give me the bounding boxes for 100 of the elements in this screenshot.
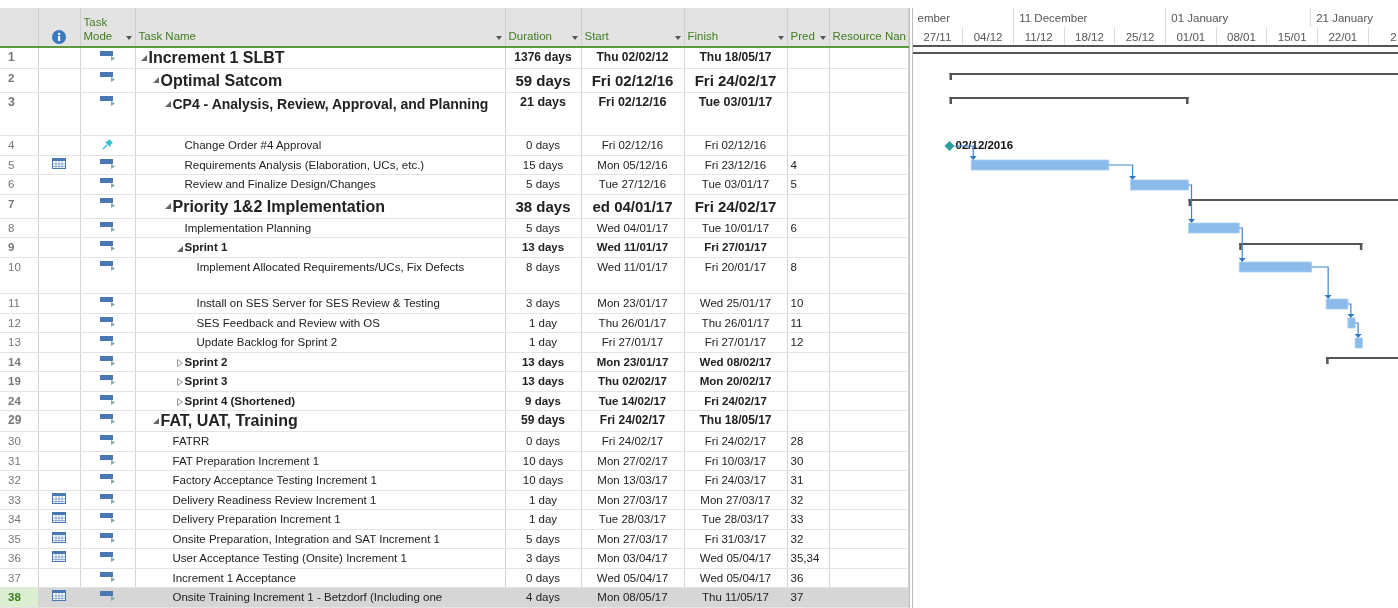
task-duration: 59 days [505,410,581,432]
task-row[interactable]: 14 Sprint 2 13 days Mon 23/01/17 Wed 08/02/17 [0,352,908,372]
task-start: Wed 04/01/17 [581,218,684,238]
predecessors: 11 [787,313,829,333]
task-row[interactable]: 12 SES Feedback and Review with OS 1 day Thu 26/01/17 Thu 26/01/17 11 [0,313,908,333]
column-header[interactable]: Finish [687,30,719,44]
calendar-icon [52,512,66,524]
row-number: 8 [0,218,38,238]
collapse-icon[interactable] [176,246,183,253]
timescale-label: 08/01 [1216,27,1268,45]
timescale-label: 15/01 [1267,27,1318,45]
task-row[interactable]: 34 Delivery Preparation Increment 1 1 day Tue 28/03/17 Tue 28/03/17 33 [0,509,908,530]
task-row[interactable]: 1 Increment 1 SLBT 1376 days Thu 02/02/12 Thu 18/05/17 [0,47,908,69]
task-start: Tue 14/02/17 [581,391,684,411]
task-row[interactable]: 9 Sprint 1 13 days Wed 11/01/17 Fri 27/01/17 [0,237,908,258]
task-row[interactable]: 19 Sprint 3 13 days Thu 02/02/17 Mon 20/02/17 [0,371,908,392]
task-duration: 3 days [505,548,581,569]
timescale-label: 11 December [1014,8,1167,27]
task-row[interactable]: 3 CP4 - Analysis, Review, Approval, and Planning 21 days Fri 02/12/16 Tue 03/01/17 [0,92,908,136]
collapse-icon[interactable] [152,76,159,83]
row-number: 11 [0,293,38,314]
task-row[interactable]: 10 Implement Allocated Requirements/UCs, Fix Defects 8 days Wed 11/01/17 Fri 20/01/17 8 [0,257,908,294]
task-duration: 0 days [505,431,581,452]
collapse-icon[interactable] [164,202,171,209]
predecessors: 5 [787,174,829,195]
row-number: 13 [0,332,38,353]
task-start: Mon 27/03/17 [581,490,684,510]
task-name: Onsite Training Increment 1 - Betzdorf (Including one [172,590,443,606]
task-name: Delivery Preparation Increment 1 [172,512,341,528]
task-duration: 10 days [505,470,581,491]
task-row[interactable]: 7 Priority 1&2 Implementation 38 days ed 04/01/17 Fri 24/02/17 [0,194,908,219]
predecessors: 10 [787,293,829,314]
predecessors: 8 [787,257,829,294]
predecessors: 31 [787,470,829,491]
task-finish: Fri 24/02/17 [684,194,787,219]
task-finish: Wed 05/04/17 [684,568,787,588]
task-name: Review and Finalize Design/Changes [184,177,376,193]
task-start: Fri 24/02/17 [581,410,684,432]
task-row[interactable]: 31 FAT Preparation Increment 1 10 days Mon 27/02/17 Fri 10/03/17 30 [0,451,908,471]
task-row[interactable]: 4 Change Order #4 Approval 0 days Fri 02/12/16 Fri 02/12/16 [0,135,908,156]
task-row[interactable]: 35 Onsite Preparation, Integration and SAT Increment 1 5 days Mon 27/03/17 Fri 31/03/17 32 [0,529,908,549]
row-number: 5 [0,155,38,175]
collapse-icon[interactable] [164,100,171,107]
task-start: Mon 23/01/17 [581,293,684,314]
task-finish: Fri 24/02/17 [684,391,787,411]
task-duration: 1 day [505,313,581,333]
task-name: CP4 - Analysis, Review, Approval, and Planning [172,94,489,113]
row-number: 32 [0,470,38,491]
task-name: Increment 1 Acceptance [172,570,296,586]
dropdown-icon[interactable] [125,36,132,40]
dependency-arrow [1310,266,1332,299]
task-finish: Tue 03/01/17 [684,92,787,136]
expand-icon[interactable] [176,378,183,387]
dropdown-icon[interactable] [674,36,681,40]
task-row[interactable]: 2 Optimal Satcom 59 days Fri 02/12/16 Fri 24/02/17 [0,68,908,93]
task-row[interactable]: 29 FAT, UAT, Training 59 days Fri 24/02/17 Thu 18/05/17 [0,410,908,432]
task-duration: 8 days [505,257,581,294]
task-duration: 1 day [505,490,581,510]
dropdown-icon[interactable] [777,36,784,40]
row-number: 14 [0,352,38,372]
dropdown-icon[interactable] [571,36,578,40]
collapse-icon[interactable] [152,418,159,425]
predecessors: 28 [787,431,829,452]
dependency-arrow [1238,227,1246,262]
task-row[interactable]: 5 Requirements Analysis (Elaboration, UCs, etc.) 15 days Mon 05/12/16 Fri 23/12/16 4 [0,155,908,175]
task-row[interactable]: 38 Onsite Training Increment 1 - Betzdorf (Including one 4 days Mon 08/05/17 Thu 11/05/17 37 [0,587,908,608]
task-name: Sprint 1 [184,240,228,256]
task-row[interactable]: 37 Increment 1 Acceptance 0 days Wed 05/04/17 Wed 05/04/17 36 [0,568,908,588]
predecessors: 33 [787,509,829,530]
task-name: Change Order #4 Approval [184,138,322,154]
timescale-label: 27/11 [912,27,964,45]
dependency-arrow [1107,164,1136,180]
task-duration: 13 days [505,237,581,258]
task-start: Fri 02/12/16 [581,68,684,93]
task-row[interactable]: 8 Implementation Planning 5 days Wed 04/01/17 Tue 10/01/17 6 [0,218,908,238]
task-row[interactable]: 32 Factory Acceptance Testing Increment 1 10 days Mon 13/03/17 Fri 24/03/17 31 [0,470,908,491]
timescale-label: ember [912,8,1015,27]
timescale-label: 01/01 [1165,27,1217,45]
dropdown-icon[interactable] [819,36,826,40]
row-number: 3 [0,92,38,136]
task-row[interactable]: 33 Delivery Readiness Review Increment 1 1 day Mon 27/03/17 Mon 27/03/17 32 [0,490,908,510]
task-row[interactable]: 13 Update Backlog for Sprint 2 1 day Fri 27/01/17 Fri 27/01/17 12 [0,332,908,353]
task-row[interactable]: 36 User Acceptance Testing (Onsite) Increment 1 3 days Mon 03/04/17 Wed 05/04/17 35,34 [0,548,908,569]
calendar-icon [52,157,66,169]
task-row[interactable]: 24 Sprint 4 (Shortened) 9 days Tue 14/02/17 Fri 24/02/17 [0,391,908,411]
dropdown-icon[interactable] [495,36,502,40]
task-row[interactable]: 6 Review and Finalize Design/Changes 5 days Tue 27/12/16 Tue 03/01/17 5 [0,174,908,195]
task-row[interactable]: 11 Install on SES Server for SES Review & Testing 3 days Mon 23/01/17 Wed 25/01/17 10 [0,293,908,314]
column-header[interactable]: Task Name [138,30,197,44]
column-header[interactable]: Start [584,30,609,44]
task-name: Optimal Satcom [160,70,283,90]
task-finish: Wed 05/04/17 [684,548,787,569]
collapse-icon[interactable] [140,55,147,61]
task-name: Update Backlog for Sprint 2 [196,335,338,351]
info-icon [52,30,66,44]
expand-icon[interactable] [176,397,183,406]
timescale-label: 01 January [1166,8,1312,27]
task-duration: 21 days [505,92,581,136]
task-row[interactable]: 30 FATRR 0 days Fri 24/02/17 Fri 24/02/17 28 [0,431,908,452]
expand-icon[interactable] [176,358,183,367]
